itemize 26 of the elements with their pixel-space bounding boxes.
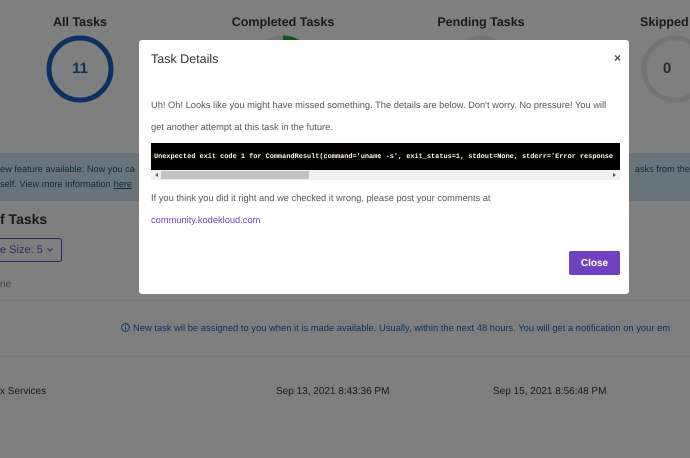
help-text: If you think you did it right and we checked it wrong, please post your comments at [151,192,492,205]
stat-value: 11 [71,60,89,77]
stat-value: 0 [662,60,672,77]
close-button[interactable]: Close [569,251,620,275]
section-title: f Tasks [0,211,48,227]
stat-label: Pending Tasks [437,15,525,29]
community-link[interactable]: community.kodekloud.com [151,209,260,231]
table-cell: Sep 15, 2021 8:56:48 PM [493,386,606,396]
stat-label: Skipped [640,15,689,29]
message-text: Uh! Oh! Looks like you might have missed something. The details are below. Don't worry. No pressure! You will get another attempt at this task in the future. [151,99,608,134]
horizontal-scrollbar[interactable] [151,170,620,180]
dialog-title: Task Details [151,52,218,66]
progress-ring [45,34,115,104]
banner-text: ew feature available: Now you ca [0,164,135,174]
stat-label: Completed Tasks [232,15,334,29]
banner-text: asks from the [634,164,690,174]
banner-text: self. View more information [0,179,111,189]
info-note: New task wil be assigned to you when it is made available. Usually, within the next 48 hours. You will get a notification on your em [133,322,670,333]
page-size-dropdown[interactable]: e Size: 5 [0,238,62,262]
close-button[interactable]: × [614,52,621,64]
table-cell-text: Sep 13, 2021 8:43:36 PM [276,386,390,396]
column-header: ne [0,279,12,290]
table-cell-text: x Services [0,386,48,396]
stat-label: All Tasks [53,15,107,29]
caret-icon [46,248,53,252]
info-icon [121,323,130,332]
